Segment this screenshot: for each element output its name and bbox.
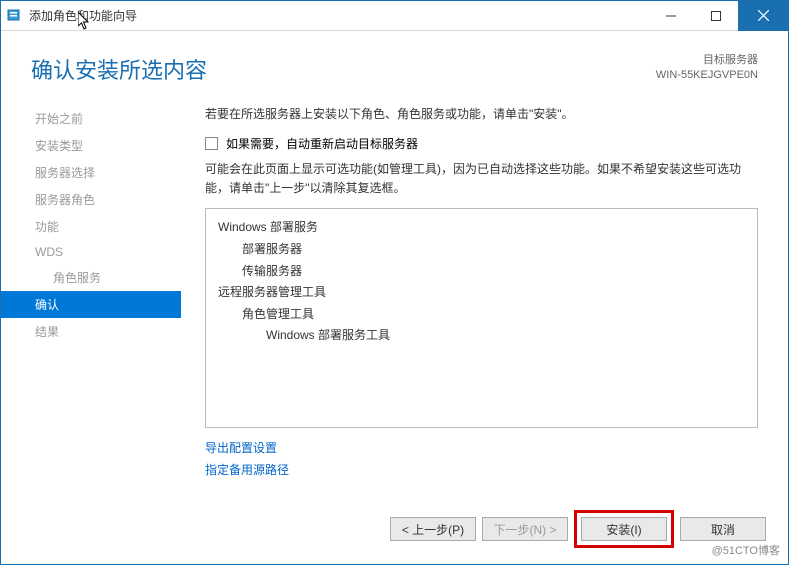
sidebar-item-6[interactable]: 角色服务: [1, 264, 181, 291]
sidebar-item-5[interactable]: WDS: [1, 240, 181, 264]
install-highlight: 安装(I): [574, 510, 674, 548]
sidebar-item-3[interactable]: 服务器角色: [1, 186, 181, 213]
restart-checkbox-label: 如果需要，自动重新启动目标服务器: [226, 135, 418, 152]
links-area: 导出配置设置 指定备用源路径: [205, 438, 758, 481]
wizard-window: 添加角色和功能向导 确认安装所选内容 目标服务器 WIN-55KEJGVPE0N…: [0, 0, 789, 565]
feature-item: 远程服务器管理工具: [218, 282, 745, 304]
previous-button[interactable]: < 上一步(P): [390, 517, 476, 541]
feature-item: Windows 部署服务: [218, 217, 745, 239]
sidebar-item-7[interactable]: 确认: [1, 291, 181, 318]
selected-features-list: Windows 部署服务部署服务器传输服务器远程服务器管理工具角色管理工具Win…: [205, 208, 758, 428]
sidebar: 开始之前安装类型服务器选择服务器角色功能WDS角色服务确认结果: [1, 95, 181, 508]
sidebar-item-1[interactable]: 安装类型: [1, 132, 181, 159]
body: 开始之前安装类型服务器选择服务器角色功能WDS角色服务确认结果 若要在所选服务器…: [1, 95, 788, 508]
feature-item: Windows 部署服务工具: [218, 325, 745, 347]
sidebar-item-8[interactable]: 结果: [1, 318, 181, 345]
feature-item: 部署服务器: [218, 239, 745, 261]
cancel-button[interactable]: 取消: [680, 517, 766, 541]
feature-item: 角色管理工具: [218, 304, 745, 326]
sidebar-item-2[interactable]: 服务器选择: [1, 159, 181, 186]
app-icon: [7, 8, 23, 24]
sidebar-item-0[interactable]: 开始之前: [1, 105, 181, 132]
target-server-info: 目标服务器 WIN-55KEJGVPE0N: [656, 53, 758, 84]
minimize-button[interactable]: [648, 1, 693, 31]
content-area: 若要在所选服务器上安装以下角色、角色服务或功能，请单击"安装"。 如果需要，自动…: [181, 95, 788, 508]
header: 确认安装所选内容 目标服务器 WIN-55KEJGVPE0N: [1, 31, 788, 95]
sidebar-item-4[interactable]: 功能: [1, 213, 181, 240]
feature-item: 传输服务器: [218, 261, 745, 283]
close-button[interactable]: [738, 1, 788, 31]
alternate-source-link[interactable]: 指定备用源路径: [205, 460, 758, 482]
window-title: 添加角色和功能向导: [29, 7, 137, 24]
export-config-link[interactable]: 导出配置设置: [205, 438, 758, 460]
maximize-button[interactable]: [693, 1, 738, 31]
titlebar: 添加角色和功能向导: [1, 1, 788, 31]
restart-checkbox-row[interactable]: 如果需要，自动重新启动目标服务器: [205, 135, 758, 152]
install-button[interactable]: 安装(I): [581, 517, 667, 541]
watermark: @51CTO博客: [709, 541, 783, 559]
target-label: 目标服务器: [656, 53, 758, 68]
target-server-name: WIN-55KEJGVPE0N: [656, 68, 758, 83]
next-button[interactable]: 下一步(N) >: [482, 517, 568, 541]
optional-features-note: 可能会在此页面上显示可选功能(如管理工具)，因为已自动选择这些功能。如果不希望安…: [205, 160, 758, 198]
intro-text: 若要在所选服务器上安装以下角色、角色服务或功能，请单击"安装"。: [205, 105, 758, 123]
footer: < 上一步(P) 下一步(N) > 安装(I) 取消: [1, 508, 788, 564]
page-heading: 确认安装所选内容: [31, 53, 656, 85]
restart-checkbox[interactable]: [205, 137, 218, 150]
